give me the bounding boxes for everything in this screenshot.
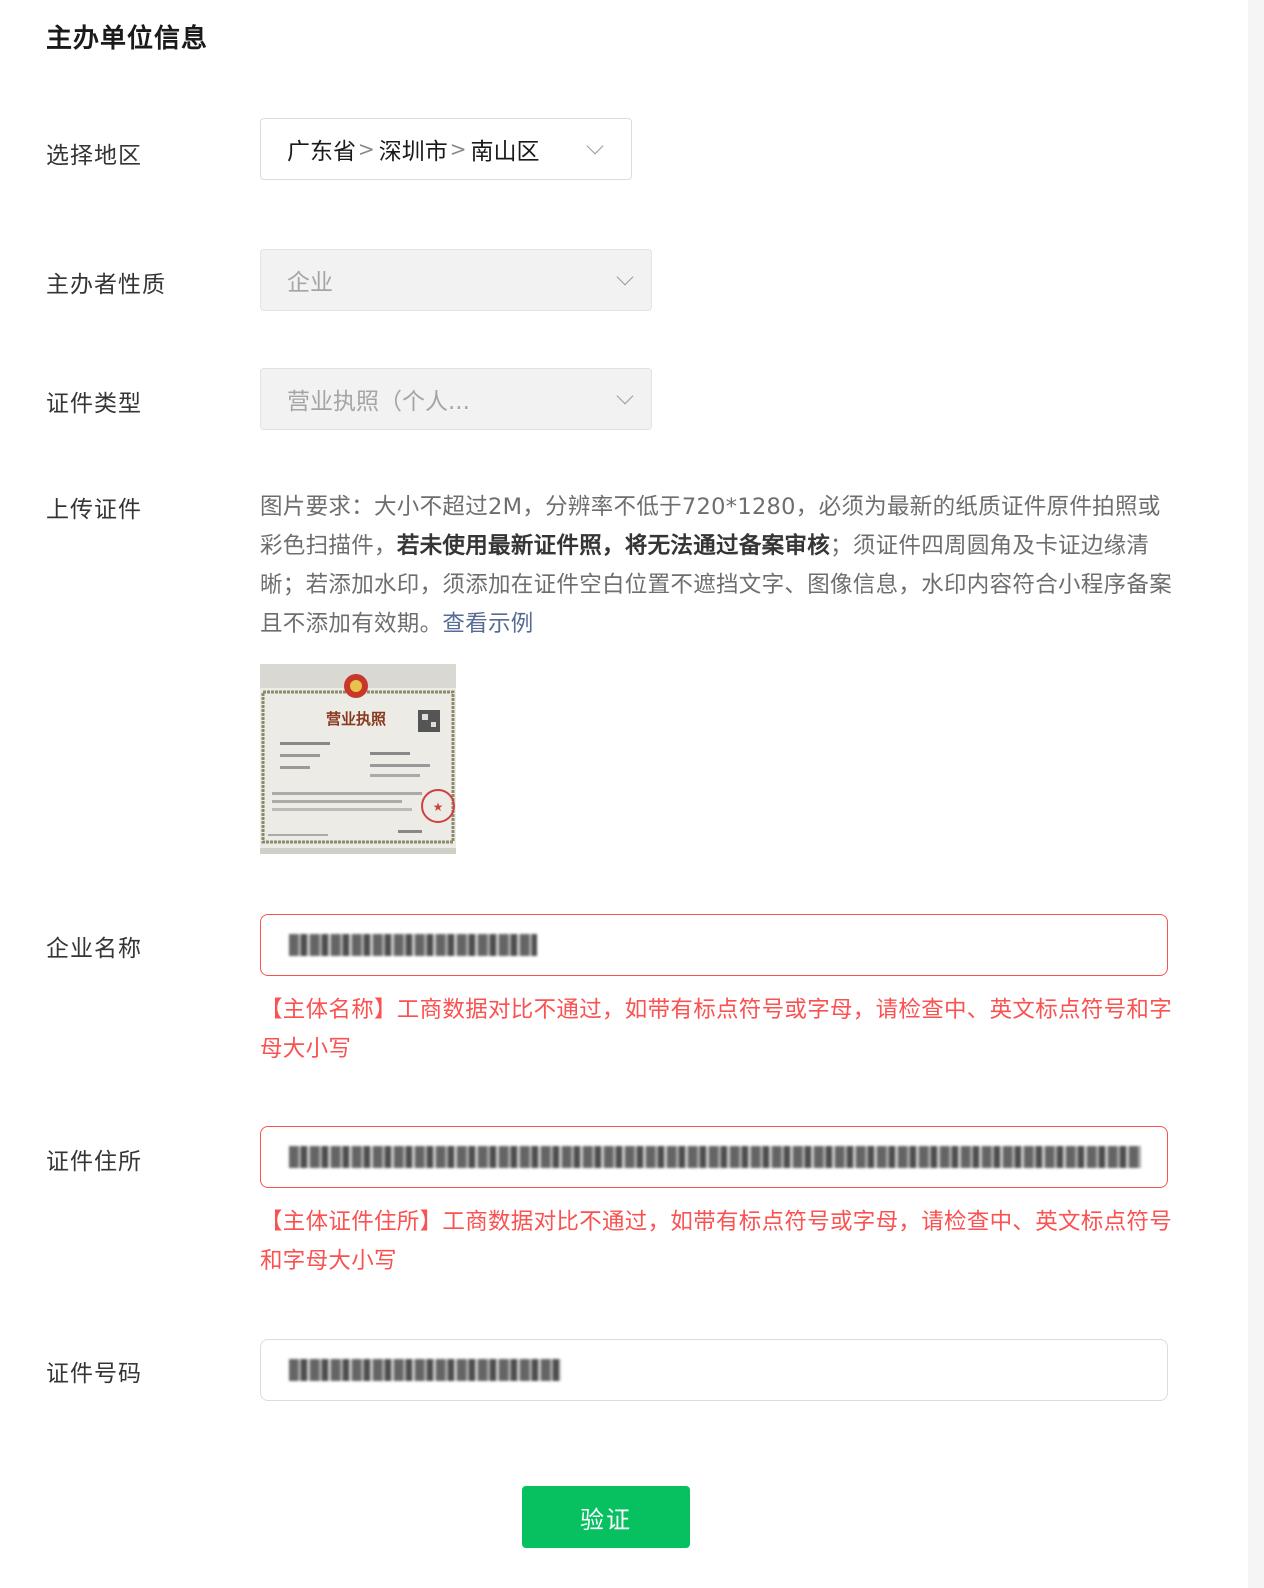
page: 主办单位信息 选择地区 广东省 > 深圳市 > 南山区 主办者性质 企业 证件类… [0, 0, 1264, 1588]
upload-desc-bold: 若未使用最新证件照，将无法通过备案审核 [396, 533, 831, 559]
company-name-input[interactable] [260, 914, 1168, 976]
verify-button[interactable]: 验证 [522, 1486, 690, 1548]
cert-address-error: 【主体证件住所】工商数据对比不通过，如带有标点符号或字母，请检查中、英文标点符号… [260, 1209, 1173, 1274]
chevron-down-icon [586, 137, 604, 155]
cert-number-input[interactable] [260, 1339, 1168, 1401]
sponsor-type-select[interactable]: 企业 [260, 249, 652, 311]
region-select[interactable]: 广东省 > 深圳市 > 南山区 [260, 118, 632, 180]
cert-number-label: 证件号码 [46, 1361, 142, 1387]
scrollbar-track[interactable] [1248, 0, 1264, 1588]
section-title: 主办单位信息 [46, 24, 209, 54]
upload-label: 上传证件 [46, 497, 142, 523]
svg-text:★: ★ [433, 800, 444, 814]
chevron-right-icon: > [358, 137, 375, 161]
redacted-cert-number [289, 1359, 561, 1381]
company-name-error: 【主体名称】工商数据对比不通过，如带有标点符号或字母，请检查中、英文标点符号和字… [260, 997, 1173, 1062]
cert-address-input[interactable] [260, 1126, 1168, 1188]
sponsor-type-label: 主办者性质 [46, 272, 166, 298]
cert-type-value: 营业执照（个人... [287, 389, 470, 415]
region-city: 深圳市 [378, 139, 448, 165]
chevron-right-icon: > [449, 137, 467, 161]
license-thumb-title: 营业执照 [326, 710, 386, 728]
chevron-down-icon [616, 387, 634, 405]
cert-type-label: 证件类型 [46, 391, 142, 417]
cert-type-select[interactable]: 营业执照（个人... [260, 368, 652, 430]
license-image-illustration: 营业执照 ★ [260, 664, 456, 854]
redacted-cert-address [289, 1146, 1141, 1168]
region-district: 南山区 [470, 139, 540, 165]
view-example-link[interactable]: 查看示例 [442, 611, 533, 637]
cert-address-label: 证件住所 [46, 1149, 142, 1175]
sponsor-type-value: 企业 [287, 270, 333, 296]
company-name-label: 企业名称 [46, 936, 142, 962]
uploaded-license-image[interactable]: 营业执照 ★ [260, 664, 456, 854]
upload-requirements: 图片要求：大小不超过2M，分辨率不低于720*1280，必须为最新的纸质证件原件… [260, 488, 1172, 644]
redacted-company-name [289, 934, 537, 956]
chevron-down-icon [616, 268, 634, 286]
region-label: 选择地区 [46, 143, 142, 169]
region-province: 广东省 [287, 139, 356, 165]
